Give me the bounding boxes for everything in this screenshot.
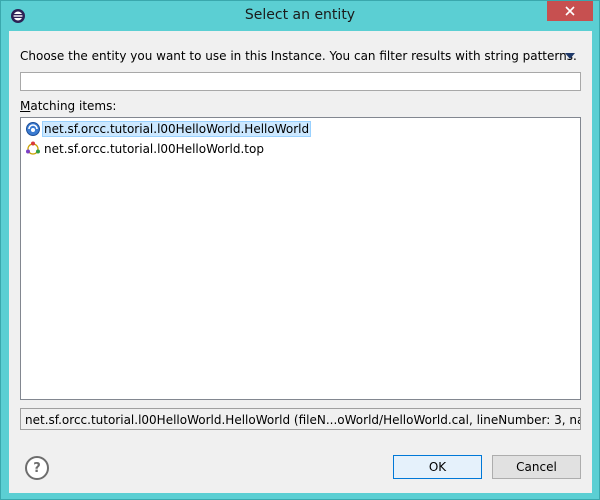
instructions-text: Choose the entity you want to use in thi… bbox=[20, 49, 577, 63]
list-item-label: net.sf.orcc.tutorial.l00HelloWorld.Hello… bbox=[42, 121, 312, 137]
matching-items-list[interactable]: net.sf.orcc.tutorial.l00HelloWorld.Hello… bbox=[20, 117, 581, 400]
dialog-window: Select an entity Choose the entity you w… bbox=[0, 0, 600, 500]
filter-input[interactable] bbox=[20, 72, 581, 91]
cancel-button[interactable]: Cancel bbox=[492, 455, 581, 479]
matching-items-label: Matching items: bbox=[20, 99, 116, 113]
help-icon[interactable]: ? bbox=[25, 456, 49, 480]
window-title: Select an entity bbox=[244, 7, 356, 23]
close-icon bbox=[565, 6, 575, 16]
actor-icon bbox=[26, 122, 40, 136]
matching-items-mnemonic: M bbox=[20, 99, 31, 113]
details-status-line: net.sf.orcc.tutorial.l00HelloWorld.Hello… bbox=[20, 408, 581, 430]
view-menu-icon[interactable] bbox=[565, 53, 575, 59]
dialog-body: Choose the entity you want to use in thi… bbox=[9, 31, 592, 493]
network-icon bbox=[26, 141, 40, 155]
list-item[interactable]: net.sf.orcc.tutorial.l00HelloWorld.Hello… bbox=[25, 120, 312, 138]
close-button[interactable] bbox=[547, 1, 593, 21]
list-item-label: net.sf.orcc.tutorial.l00HelloWorld.top bbox=[44, 142, 264, 156]
ok-button[interactable]: OK bbox=[393, 455, 482, 479]
matching-items-label-text: atching items: bbox=[30, 99, 117, 113]
list-item[interactable]: net.sf.orcc.tutorial.l00HelloWorld.top bbox=[25, 140, 265, 158]
title-bar[interactable]: Select an entity bbox=[1, 1, 599, 31]
